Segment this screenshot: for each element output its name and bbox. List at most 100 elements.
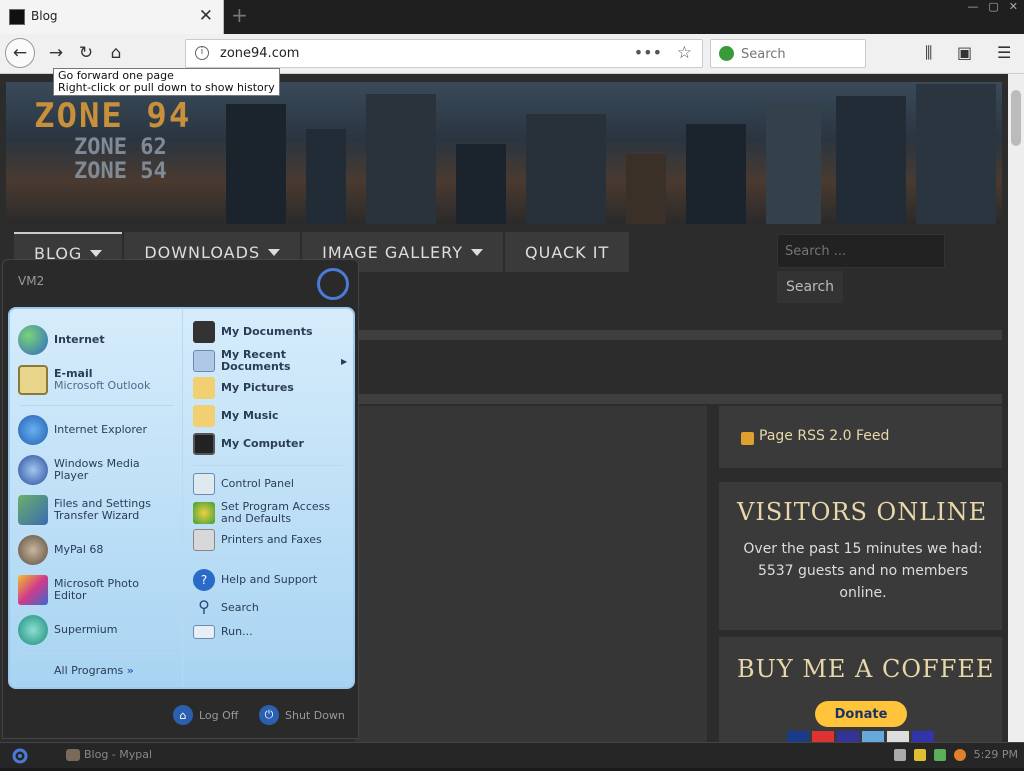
start-item-program-access[interactable]: Set Program Access and Defaults xyxy=(193,501,341,525)
page-actions-icon[interactable]: ••• xyxy=(634,43,662,62)
tab-title: Blog xyxy=(31,9,58,23)
site-banner: ZONE 94 ZONE 62 ZONE 54 xyxy=(6,82,1002,224)
start-item-label: My Pictures xyxy=(221,381,294,394)
sidebar-icon[interactable]: ▣ xyxy=(957,43,972,62)
site-info-icon[interactable]: i xyxy=(195,46,209,60)
run-icon xyxy=(193,625,215,639)
mail-icon xyxy=(18,365,48,395)
logo-sub-line-2: ZONE 54 xyxy=(74,159,167,184)
rss-widget: Page RSS 2.0 Feed xyxy=(719,406,1002,468)
search-tray-icon[interactable] xyxy=(953,748,966,761)
new-tab-button[interactable]: + xyxy=(231,3,248,27)
scrollbar-thumb[interactable] xyxy=(1011,90,1021,146)
start-item-media-player[interactable]: Windows Media Player xyxy=(18,455,154,485)
start-item-run[interactable]: Run... xyxy=(193,625,253,639)
start-item-email[interactable]: E-mail Microsoft Outlook xyxy=(18,365,150,395)
start-item-internet-explorer[interactable]: Internet Explorer xyxy=(18,415,147,445)
start-item-internet[interactable]: Internet xyxy=(18,325,105,355)
help-icon: ? xyxy=(193,569,215,591)
start-item-my-computer[interactable]: My Computer xyxy=(193,433,304,455)
site-logo[interactable]: ZONE 94 xyxy=(34,96,191,136)
favicon-icon xyxy=(9,9,25,25)
maximize-button[interactable]: ▢ xyxy=(988,0,998,13)
computer-icon xyxy=(193,433,215,455)
start-item-my-documents[interactable]: My Documents xyxy=(193,321,313,343)
all-programs-button[interactable]: All Programs » xyxy=(54,664,134,677)
minimize-button[interactable]: — xyxy=(967,0,978,13)
music-folder-icon xyxy=(193,405,215,427)
menu-icon[interactable]: ☰ xyxy=(997,43,1011,62)
divider xyxy=(20,405,174,406)
reload-button[interactable]: ↻ xyxy=(71,38,101,68)
donate-button[interactable]: Donate xyxy=(815,701,907,727)
close-window-button[interactable]: ✕ xyxy=(1009,0,1018,13)
start-item-photo-editor[interactable]: Microsoft Photo Editor xyxy=(18,575,154,605)
start-item-help[interactable]: ? Help and Support xyxy=(193,569,317,591)
submenu-arrow-icon: ▶ xyxy=(341,356,348,366)
divider xyxy=(350,394,1002,404)
browser-tab[interactable]: Blog ✕ xyxy=(0,0,224,34)
url-text[interactable]: zone94.com xyxy=(220,46,299,61)
keyboard-icon[interactable] xyxy=(893,748,906,761)
page-scrollbar[interactable] xyxy=(1008,74,1024,742)
start-item-supermium[interactable]: Supermium xyxy=(18,615,118,645)
taskbar-task-mypal[interactable]: Blog - Mypal xyxy=(66,748,152,761)
start-item-label: Internet xyxy=(54,333,105,346)
start-item-label: Files and Settings Transfer Wizard xyxy=(54,497,151,522)
start-item-label: Run... xyxy=(221,625,253,638)
start-item-label: Set Program Access and Defaults xyxy=(221,500,331,525)
url-bar[interactable]: i zone94.com ••• ☆ xyxy=(185,39,703,68)
pinned-programs: Internet E-mail Microsoft Outlook Interne… xyxy=(10,309,182,687)
search-engine-icon[interactable] xyxy=(719,46,734,61)
site-search-button[interactable]: Search xyxy=(777,271,843,303)
bookmark-star-icon[interactable]: ☆ xyxy=(677,43,692,63)
divider xyxy=(193,559,343,560)
documents-icon xyxy=(193,321,215,343)
menu-quack-it[interactable]: QUACK IT xyxy=(505,232,630,272)
start-item-control-panel[interactable]: Control Panel xyxy=(193,473,294,495)
globe-icon xyxy=(18,325,48,355)
network-icon[interactable] xyxy=(933,748,946,761)
start-item-printers[interactable]: Printers and Faxes xyxy=(193,529,322,551)
start-item-label: Microsoft Photo Editor xyxy=(54,577,139,602)
start-button[interactable] xyxy=(6,745,34,767)
site-search-input[interactable] xyxy=(778,235,944,267)
forward-button[interactable]: → xyxy=(41,38,71,68)
library-icon[interactable]: ⫼ xyxy=(925,43,932,63)
taskbar: Blog - Mypal 5:29 PM xyxy=(0,742,1024,768)
start-item-recent-documents[interactable]: My Recent Documents ▶ xyxy=(193,349,347,373)
log-off-button[interactable]: ⌂ Log Off xyxy=(173,705,238,725)
system-tray: 5:29 PM xyxy=(893,748,1018,761)
logo-sub-line-1: ZONE 62 xyxy=(74,135,167,160)
shut-down-button[interactable]: ⏻ Shut Down xyxy=(259,705,345,725)
start-logo-icon xyxy=(12,748,28,764)
start-item-label: Printers and Faxes xyxy=(221,533,322,546)
home-button[interactable]: ⌂ xyxy=(101,38,131,68)
browser-search-box[interactable] xyxy=(710,39,866,68)
log-off-icon: ⌂ xyxy=(173,705,193,725)
dropdown-caret-icon xyxy=(268,248,281,256)
log-off-label: Log Off xyxy=(199,708,239,722)
tab-close-icon[interactable]: ✕ xyxy=(199,6,213,26)
user-avatar-icon xyxy=(317,268,349,300)
clock[interactable]: 5:29 PM xyxy=(974,748,1018,761)
start-item-label: MyPal 68 xyxy=(54,543,104,556)
start-item-transfer-wizard[interactable]: Files and Settings Transfer Wizard xyxy=(18,495,164,525)
start-item-search[interactable]: ⚲ Search xyxy=(193,597,259,619)
start-item-label: Search xyxy=(221,601,259,614)
power-icon: ⏻ xyxy=(259,705,279,725)
printer-icon xyxy=(193,529,215,551)
start-item-my-pictures[interactable]: My Pictures xyxy=(193,377,294,399)
security-shield-icon[interactable] xyxy=(913,748,926,761)
rss-link[interactable]: Page RSS 2.0 Feed xyxy=(759,428,889,444)
start-item-mypal[interactable]: MyPal 68 xyxy=(18,535,103,565)
start-menu: VM2 Internet E-mail Microsoft Outlook Int… xyxy=(2,259,359,739)
start-item-my-music[interactable]: My Music xyxy=(193,405,279,427)
start-item-label: Supermium xyxy=(54,623,118,636)
start-item-label: Control Panel xyxy=(221,477,294,490)
site-search-box[interactable] xyxy=(777,234,945,268)
supermium-icon xyxy=(18,615,48,645)
browser-search-input[interactable] xyxy=(741,45,859,63)
back-button[interactable]: ← xyxy=(5,38,35,68)
tooltip-line-2: Right-click or pull down to show history xyxy=(58,81,275,94)
